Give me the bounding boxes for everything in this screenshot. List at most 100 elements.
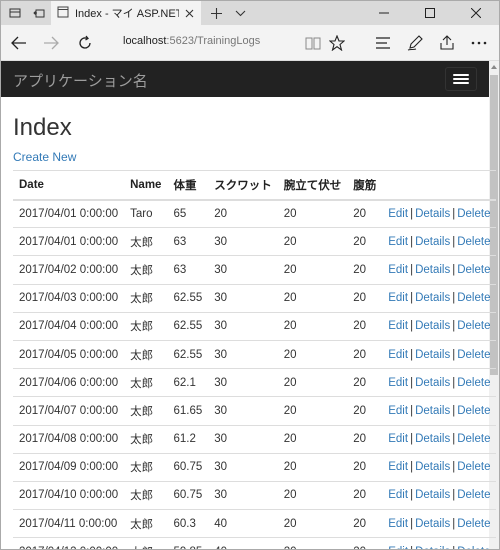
- delete-link[interactable]: Delete: [457, 349, 490, 361]
- favorite-star-icon[interactable]: [323, 29, 351, 57]
- cell-squat: 30: [208, 339, 278, 369]
- set-aside-tabs-icon[interactable]: [25, 1, 53, 25]
- maximize-icon[interactable]: [407, 1, 453, 25]
- share-icon[interactable]: [433, 29, 461, 57]
- hamburger-bar: [453, 74, 469, 76]
- edit-link[interactable]: Edit: [388, 405, 408, 417]
- delete-link[interactable]: Delete: [457, 405, 490, 417]
- separator: |: [410, 320, 414, 333]
- scroll-up-icon[interactable]: [489, 61, 499, 73]
- edit-link[interactable]: Edit: [388, 546, 408, 549]
- details-link[interactable]: Details: [415, 518, 450, 530]
- hub-menu-icon[interactable]: [369, 29, 397, 57]
- col-header-date: Date: [13, 170, 125, 201]
- delete-link[interactable]: Delete: [457, 489, 490, 501]
- new-tab-icon[interactable]: [205, 1, 227, 25]
- delete-link[interactable]: Delete: [457, 518, 490, 530]
- cell-date: 2017/04/04 0:00:00: [13, 311, 125, 341]
- url-path: :5623/TrainingLogs: [166, 35, 261, 47]
- delete-link[interactable]: Delete: [457, 433, 490, 445]
- edit-link[interactable]: Edit: [388, 518, 408, 530]
- edit-link[interactable]: Edit: [388, 236, 408, 248]
- cell-actions: Edit|Details|Delete: [382, 480, 497, 510]
- hamburger-bar: [453, 82, 469, 84]
- edit-link[interactable]: Edit: [388, 433, 408, 445]
- details-link[interactable]: Details: [415, 377, 450, 389]
- table-row: 2017/04/09 0:00:00 太郎 60.75 30 20 20 Edit | Deta…: [13, 452, 497, 482]
- cell-name: 太郎: [124, 537, 168, 549]
- delete-link[interactable]: Delete: [457, 320, 490, 332]
- delete-link[interactable]: Delete: [457, 208, 490, 220]
- separator: |: [410, 404, 414, 417]
- cell-pushup: 20: [277, 396, 348, 425]
- cell-actions: Edit|Details|Delete: [382, 311, 497, 341]
- more-options-icon[interactable]: [465, 29, 493, 57]
- hamburger-menu-icon[interactable]: [445, 67, 477, 91]
- tab-index[interactable]: Index - マイ ASP.NET アプ: [51, 1, 201, 25]
- edit-link[interactable]: Edit: [388, 264, 408, 276]
- edit-link[interactable]: Edit: [388, 489, 408, 501]
- edit-link[interactable]: Edit: [388, 208, 408, 220]
- cell-name: 太郎: [124, 283, 168, 313]
- delete-link[interactable]: Delete: [457, 236, 490, 248]
- col-header-squat: スクワット: [208, 170, 278, 201]
- cell-name: 太郎: [124, 339, 168, 369]
- cell-date: 2017/04/10 0:00:00: [13, 480, 125, 510]
- cell-squat: 40: [208, 509, 278, 538]
- col-header-pushup: 腕立て伏せ: [277, 170, 348, 201]
- details-link[interactable]: Details: [415, 546, 450, 549]
- cell-weight: 61.2: [167, 424, 209, 454]
- edit-link[interactable]: Edit: [388, 292, 408, 304]
- close-window-icon[interactable]: [453, 1, 499, 25]
- separator: |: [410, 433, 414, 446]
- delete-link[interactable]: Delete: [457, 377, 490, 389]
- details-link[interactable]: Details: [415, 320, 450, 332]
- cell-pushup: 20: [277, 255, 348, 285]
- delete-link[interactable]: Delete: [457, 546, 490, 549]
- forward-arrow-icon[interactable]: [37, 29, 65, 57]
- minimize-icon[interactable]: [361, 1, 407, 25]
- col-header-name: Name: [124, 170, 168, 201]
- details-link[interactable]: Details: [415, 433, 450, 445]
- details-link[interactable]: Details: [415, 264, 450, 276]
- close-tab-icon[interactable]: [181, 5, 197, 21]
- cell-weight: 60.3: [167, 509, 209, 538]
- edit-link[interactable]: Edit: [388, 349, 408, 361]
- refresh-icon[interactable]: [71, 29, 99, 57]
- cell-weight: 65: [167, 198, 209, 228]
- delete-link[interactable]: Delete: [457, 292, 490, 304]
- edit-link[interactable]: Edit: [388, 461, 408, 473]
- details-link[interactable]: Details: [415, 349, 450, 361]
- details-link[interactable]: Details: [415, 236, 450, 248]
- details-link[interactable]: Details: [415, 405, 450, 417]
- edit-link[interactable]: Edit: [388, 377, 408, 389]
- cell-name: 太郎: [124, 452, 168, 482]
- cell-actions: Edit|Details|Delete: [382, 283, 497, 313]
- back-arrow-icon[interactable]: [5, 29, 33, 57]
- delete-link[interactable]: Delete: [457, 461, 490, 473]
- site-brand[interactable]: アプリケーション名: [13, 70, 148, 91]
- details-link[interactable]: Details: [415, 292, 450, 304]
- cell-weight: 62.55: [167, 339, 209, 369]
- cell-pushup: 20: [277, 509, 348, 538]
- separator: |: [410, 461, 414, 474]
- cell-date: 2017/04/12 0:00:00: [13, 537, 125, 549]
- address-bar[interactable]: localhost:5623/TrainingLogs: [123, 35, 260, 47]
- separator: |: [410, 235, 414, 248]
- edit-link[interactable]: Edit: [388, 320, 408, 332]
- separator: |: [410, 489, 414, 502]
- cell-situp: 20: [347, 509, 383, 538]
- details-link[interactable]: Details: [415, 208, 450, 220]
- chevron-down-icon[interactable]: [229, 1, 251, 25]
- pen-icon[interactable]: [401, 29, 429, 57]
- details-link[interactable]: Details: [415, 461, 450, 473]
- cell-actions: Edit|Details|Delete: [382, 339, 497, 369]
- separator: |: [410, 348, 414, 361]
- details-link[interactable]: Details: [415, 489, 450, 501]
- delete-link[interactable]: Delete: [457, 264, 490, 276]
- cell-weight: 60.75: [167, 480, 209, 510]
- table-row: 2017/04/01 0:00:00 太郎 63 30 20 20 Edit | Details…: [13, 227, 497, 256]
- table-header-row: Date Name 体重 スクワット 腕立て伏せ 腹筋: [13, 170, 497, 201]
- page-title: Index: [13, 114, 72, 141]
- create-new-link[interactable]: Create New: [13, 150, 479, 164]
